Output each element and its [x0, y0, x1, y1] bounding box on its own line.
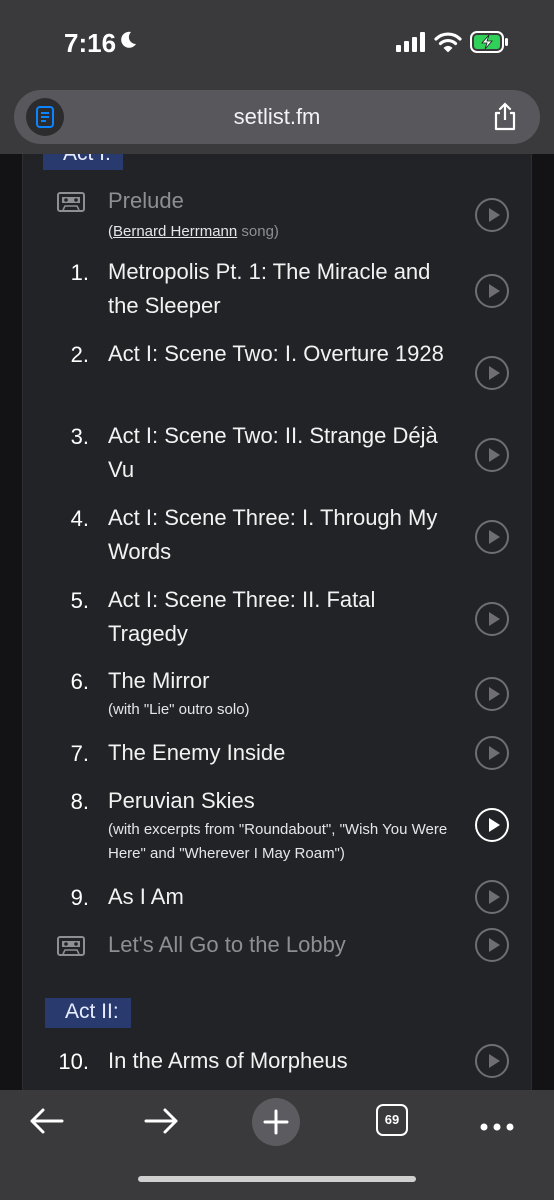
play-button[interactable]	[475, 928, 509, 962]
song-title[interactable]: As I Am	[108, 880, 458, 914]
act-1-label: Act I:	[43, 154, 123, 170]
song-number: 3.	[70, 424, 89, 449]
song-title[interactable]: Prelude	[108, 184, 458, 218]
status-time: 7:16	[64, 28, 117, 58]
song-title[interactable]: Metropolis Pt. 1: The Miracle and the Sl…	[108, 255, 458, 323]
song-title[interactable]: The Enemy Inside	[108, 736, 458, 770]
play-button[interactable]	[475, 274, 509, 308]
bottom-toolbar: 69	[0, 1090, 554, 1200]
play-button[interactable]	[475, 602, 509, 636]
play-button[interactable]	[475, 1044, 509, 1078]
song-note: (Bernard Herrmann song)	[108, 223, 279, 240]
url-text[interactable]: setlist.fm	[14, 104, 540, 130]
new-tab-button[interactable]	[252, 1098, 300, 1146]
battery-charging-icon	[470, 30, 510, 59]
play-button[interactable]	[475, 736, 509, 770]
play-button[interactable]	[475, 520, 509, 554]
play-button[interactable]	[475, 677, 509, 711]
song-number: 9.	[70, 885, 89, 910]
song-number: 7.	[70, 741, 89, 766]
song-title[interactable]: Act I: Scene Three: II. Fatal Tragedy	[108, 583, 458, 651]
wifi-icon	[434, 31, 462, 58]
play-button[interactable]	[475, 438, 509, 472]
song-number: 10.	[58, 1049, 89, 1074]
song-note: (with excerpts from "Roundabout", "Wish …	[108, 821, 448, 862]
forward-arrow-icon[interactable]	[144, 1106, 180, 1141]
song-title[interactable]: Act I: Scene Two: I. Overture 1928	[108, 337, 458, 371]
tape-icon	[57, 936, 85, 961]
share-icon[interactable]	[492, 102, 518, 137]
setlist-panel: Act I: Prelude (Bernard Herrmann song) 1…	[22, 154, 532, 1090]
song-number: 6.	[70, 669, 89, 694]
act-2-label: Act II:	[45, 998, 131, 1028]
play-button[interactable]	[475, 198, 509, 232]
song-title[interactable]: Peruvian Skies	[108, 784, 458, 818]
play-button[interactable]	[475, 808, 509, 842]
address-bar[interactable]: setlist.fm	[14, 90, 540, 144]
song-note: (with "Lie" outro solo)	[108, 701, 250, 718]
tab-switcher-button[interactable]: 69	[376, 1104, 408, 1136]
artist-link[interactable]: Bernard Herrmann	[113, 223, 237, 240]
back-arrow-icon[interactable]	[28, 1106, 64, 1141]
plus-icon	[263, 1109, 289, 1135]
song-number: 4.	[70, 506, 89, 531]
play-button[interactable]	[475, 356, 509, 390]
status-bar: 7:16	[0, 0, 554, 86]
moon-icon	[118, 30, 138, 55]
play-button[interactable]	[475, 880, 509, 914]
song-number: 5.	[70, 588, 89, 613]
signal-icon	[396, 32, 426, 57]
song-title[interactable]: The Mirror	[108, 664, 458, 698]
page-content: Act I: Prelude (Bernard Herrmann song) 1…	[0, 154, 554, 1090]
song-title[interactable]: In the Arms of Morpheus	[108, 1044, 458, 1078]
more-icon[interactable]	[480, 1118, 514, 1136]
song-number: 1.	[70, 260, 89, 285]
song-title[interactable]: Act I: Scene Three: I. Through My Words	[108, 501, 458, 569]
song-number: 8.	[70, 789, 89, 814]
browser-toolbar: setlist.fm	[0, 86, 554, 154]
home-indicator	[138, 1176, 416, 1182]
song-title[interactable]: Act I: Scene Two: II. Strange Déjà Vu	[108, 419, 458, 487]
song-number: 2.	[70, 342, 89, 367]
song-title[interactable]: Let's All Go to the Lobby	[108, 928, 458, 962]
tape-icon	[57, 192, 85, 217]
